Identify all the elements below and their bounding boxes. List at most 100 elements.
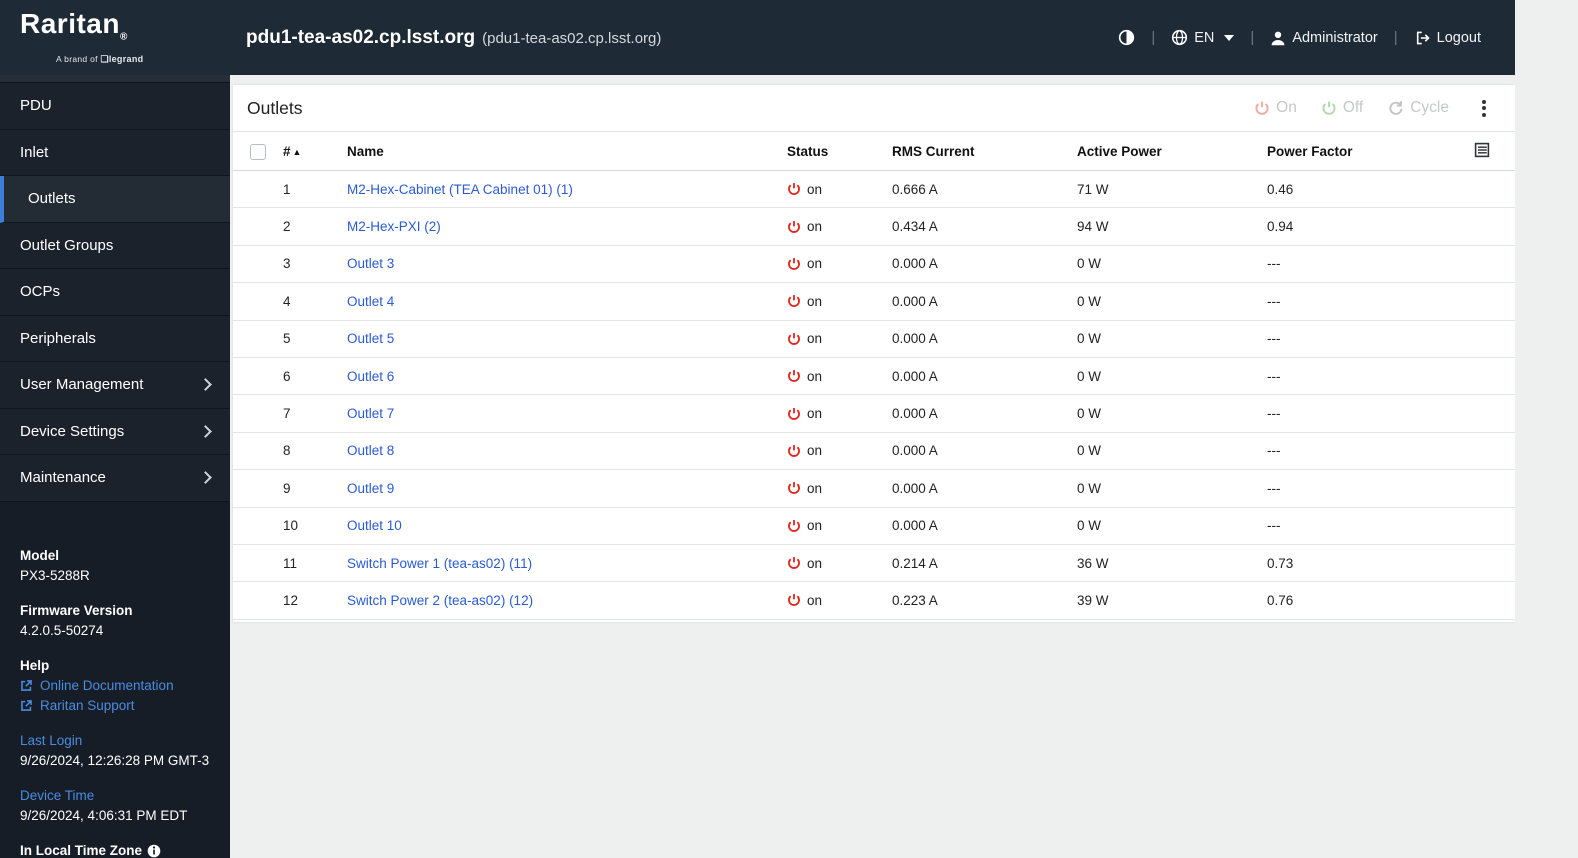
page-title: pdu1-tea-as02.cp.lsst.org (pdu1-tea-as02… [230,27,1118,49]
outlet-name-link[interactable]: Switch Power 1 (tea-as02) (11) [347,556,532,571]
sidebar-item-user-management[interactable]: User Management [0,362,230,409]
sidebar-item-label: User Management [20,376,144,394]
sidebar-item-label: Maintenance [20,469,106,487]
device-time-info: Device Time 9/26/2024, 4:06:31 PM EDT [20,786,212,826]
sidebar-item-label: Outlet Groups [20,236,114,254]
more-options-button[interactable] [1475,98,1493,118]
table-row: 1 M2-Hex-Cabinet (TEA Cabinet 01) (1) on… [233,170,1515,209]
outlet-name-link[interactable]: M2-Hex-PXI (2) [347,219,441,234]
outlet-name-link[interactable]: Outlet 9 [347,481,394,496]
column-active-power[interactable]: Active Power [1077,132,1267,171]
model-value: PX3-5288R [20,567,90,583]
local-time-label: In Local Time Zone [20,841,212,858]
external-link-icon [21,680,32,691]
sidebar-item-peripherals[interactable]: Peripherals [0,315,230,362]
table-row: 2 M2-Hex-PXI (2) on 0.434 A 94 W 0.94 [233,207,1515,246]
sidebar-item-label: Device Settings [20,422,125,440]
sort-ascending-icon: ▲ [292,147,302,157]
table-header-row: # ▲ Name Status RMS Current Active Power … [233,132,1515,171]
sidebar-item-ocps[interactable]: OCPs [0,269,230,316]
outlet-name-link[interactable]: Outlet 6 [347,369,394,384]
chevron-right-icon [199,424,212,438]
raritan-support-link[interactable]: Raritan Support [20,696,212,716]
outlet-name-link[interactable]: Outlet 3 [347,256,394,271]
outlet-name-link[interactable]: Outlet 8 [347,443,394,458]
outlets-table: # ▲ Name Status RMS Current Active Power … [233,132,1515,620]
column-number[interactable]: # ▲ [283,132,347,171]
theme-toggle-button[interactable] [1118,29,1135,46]
sidebar-menu: PDU Inlet Outlets Outlet Groups OCPs Peripher… [0,83,230,502]
power-status-icon [788,295,800,308]
brand-text: Raritan [20,7,120,39]
outlet-name-link[interactable]: Outlet 7 [347,406,394,421]
language-selector[interactable]: EN [1171,29,1235,46]
language-label: EN [1194,29,1215,46]
table-row: 8 Outlet 8 on 0.000 A 0 W --- [233,432,1515,471]
sidebar-item-label: OCPs [20,283,61,301]
sidebar-item-label: Outlets [28,190,76,208]
panel-title: Outlets [247,97,303,118]
status-badge: on [787,182,892,197]
column-power-factor[interactable]: Power Factor [1267,132,1474,171]
power-status-icon [788,370,800,382]
outlet-name-link[interactable]: M2-Hex-Cabinet (TEA Cabinet 01) (1) [347,182,573,197]
column-settings-button[interactable] [1474,142,1490,161]
help-label: Help [20,657,50,673]
cycle-button[interactable]: Cycle [1387,99,1449,117]
outlet-name-link[interactable]: Outlet 5 [347,331,394,346]
status-badge: on [787,294,892,309]
firmware-value: 4.2.0.5-50274 [20,622,104,638]
local-time-info: In Local Time Zone 9/26/2024, 5:06:31 PM… [20,841,212,858]
sidebar-item-maintenance[interactable]: Maintenance [0,455,230,502]
column-name[interactable]: Name [347,132,787,171]
user-name: Administrator [1292,29,1378,46]
brand-tagline: A brand of ❏legrand [56,54,144,65]
on-button[interactable]: On [1254,99,1297,117]
power-on-icon [1255,101,1269,115]
power-status-icon [788,258,800,270]
raritan-logo[interactable]: Raritan® A brand of ❏legrand [0,0,230,75]
sidebar-item-outlets[interactable]: Outlets [0,176,230,223]
table-row: 5 Outlet 5 on 0.000 A 0 W --- [233,320,1515,358]
separator: | [1151,29,1156,46]
legrand-logo: ❏ [100,54,109,65]
separator: | [1393,29,1398,46]
sidebar-item-pdu[interactable]: PDU [0,83,230,130]
globe-icon [1172,29,1188,46]
sidebar-item-device-settings[interactable]: Device Settings [0,408,230,455]
online-documentation-link[interactable]: Online Documentation [20,676,212,696]
app-window: Raritan® A brand of ❏legrand pdu1-tea-as… [0,0,1578,858]
power-status-icon [788,444,800,457]
chevron-right-icon [199,378,212,392]
user-menu[interactable]: Administrator [1270,29,1378,46]
outlet-name-link[interactable]: Switch Power 2 (tea-as02) (12) [347,593,533,608]
device-time-value: 9/26/2024, 4:06:31 PM EDT [20,807,188,823]
off-button[interactable]: Off [1321,99,1363,117]
status-badge: on [787,593,892,608]
logout-button[interactable]: Logout [1414,30,1481,46]
firmware-info: Firmware Version 4.2.0.5-50274 [20,601,212,641]
brand-name: Raritan® [20,7,230,52]
sidebar-item-inlet[interactable]: Inlet [0,129,230,176]
status-badge: on [787,556,892,571]
status-badge: on [787,331,892,346]
header-utilities: | EN | Administrator | Logout [1118,29,1515,46]
device-hostname: pdu1-tea-as02.cp.lsst.org [246,26,476,48]
sidebar-item-outlet-groups[interactable]: Outlet Groups [0,222,230,269]
outlet-name-link[interactable]: Outlet 10 [347,518,402,533]
table-row: 11 Switch Power 1 (tea-as02) (11) on 0.2… [233,544,1515,583]
column-status[interactable]: Status [787,132,892,171]
info-icon[interactable] [147,844,161,858]
last-login-label: Last Login [20,732,83,748]
model-info: Model PX3-5288R [20,546,212,586]
column-rms-current[interactable]: RMS Current [892,132,1077,171]
sidebar-top-strip [0,75,230,83]
outlet-name-link[interactable]: Outlet 4 [347,294,394,309]
power-status-icon [788,594,800,607]
table-row: 9 Outlet 9 on 0.000 A 0 W --- [233,469,1515,508]
power-status-icon [788,220,800,233]
sidebar-nav: PDU Inlet Outlets Outlet Groups OCPs Peripher… [0,75,230,858]
outlets-panel: Outlets On Off Cycle # ▲ Name Status RMS… [233,85,1515,622]
select-all-checkbox[interactable] [250,143,266,160]
status-badge: on [787,406,892,421]
